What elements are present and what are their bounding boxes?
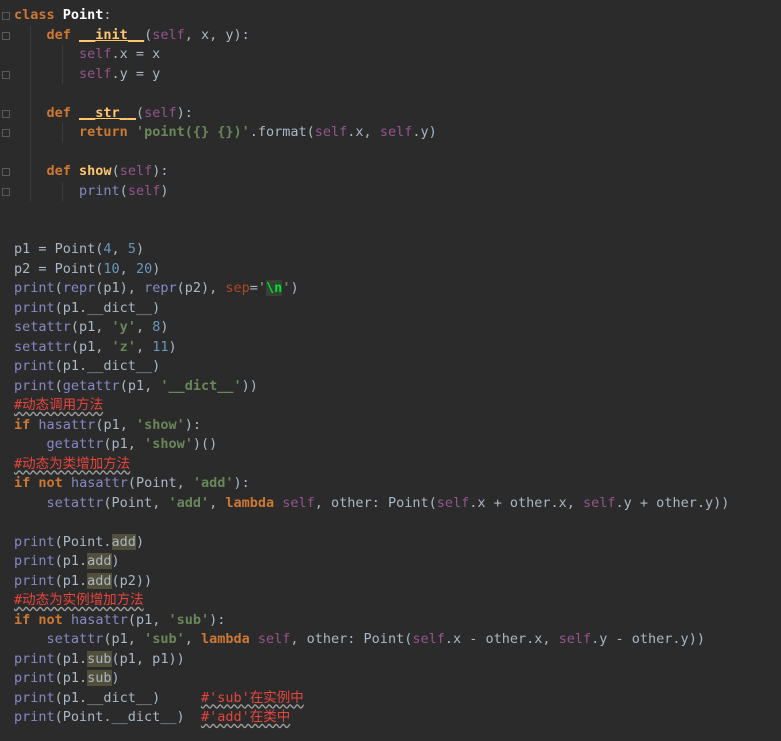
fold-marker-icon[interactable]: [2, 129, 10, 137]
code-text: print(getattr(p1, '__dict__')): [14, 377, 258, 394]
code-text: #动态为类增加方法: [14, 455, 131, 472]
code-text: def __str__(self):: [46, 104, 193, 121]
code-text: print(p1.__dict__) #'sub'在实例中: [14, 689, 304, 706]
code-text: print(repr(p1), repr(p2), sep='\n'): [14, 280, 299, 296]
code-text: p1 = Point(4, 5): [14, 241, 145, 257]
code-text: print(p1.__dict__): [14, 299, 161, 316]
indent-guide: [62, 181, 63, 201]
code-text: self.x = x: [79, 46, 161, 62]
code-text: #动态为实例增加方法: [14, 592, 144, 608]
fold-marker-icon[interactable]: [2, 31, 10, 40]
code-text: def show(self):: [46, 163, 169, 179]
indent-guide: [30, 25, 31, 201]
fold-marker-icon[interactable]: [2, 109, 10, 118]
code-text: print(p1.add(p2)): [14, 572, 153, 589]
fold-marker-icon[interactable]: [2, 70, 10, 79]
code-text: setattr(p1, 'z', 11): [14, 338, 177, 355]
code-text: print(p1.sub(p1, p1)): [14, 650, 185, 667]
code-text: def __init__(self, x, y):: [46, 26, 250, 43]
code-text: print(self): [79, 182, 169, 199]
code-text: print(Point.add): [14, 533, 145, 550]
code-text: getattr(p1, 'show')(): [46, 436, 218, 452]
code-text: setattr(p1, 'y', 8): [14, 319, 169, 335]
code-text: if not hasattr(Point, 'add'):: [14, 475, 250, 491]
code-editor[interactable]: class Point: def __init__(self, x, y): s…: [0, 0, 781, 741]
code-text: class Point:: [14, 7, 112, 23]
code-text: if hasattr(p1, 'show'):: [14, 416, 201, 433]
code-text: #动态调用方法: [14, 397, 104, 413]
code-text: self.y = y: [79, 65, 161, 82]
code-text: return 'point({} {})'.format(self.x, sel…: [79, 124, 437, 140]
code-text: print(Point.__dict__) #'add'在类中: [14, 709, 291, 725]
code-text: setattr(p1, 'sub', lambda self, other: P…: [46, 631, 705, 647]
fold-marker-icon[interactable]: [2, 168, 10, 176]
fold-marker-icon[interactable]: [2, 12, 10, 20]
code-text: if not hasattr(p1, 'sub'):: [14, 611, 226, 628]
code-text: print(p1.__dict__): [14, 358, 161, 374]
indent-guide: [62, 45, 63, 84]
indent-guide: [62, 123, 63, 143]
code-text: print(p1.add): [14, 553, 120, 569]
code-text: p2 = Point(10, 20): [14, 260, 161, 277]
fold-marker-icon[interactable]: [2, 187, 10, 196]
code-text: setattr(Point, 'add', lambda self, other…: [46, 494, 730, 511]
code-text: print(p1.sub): [14, 670, 120, 686]
